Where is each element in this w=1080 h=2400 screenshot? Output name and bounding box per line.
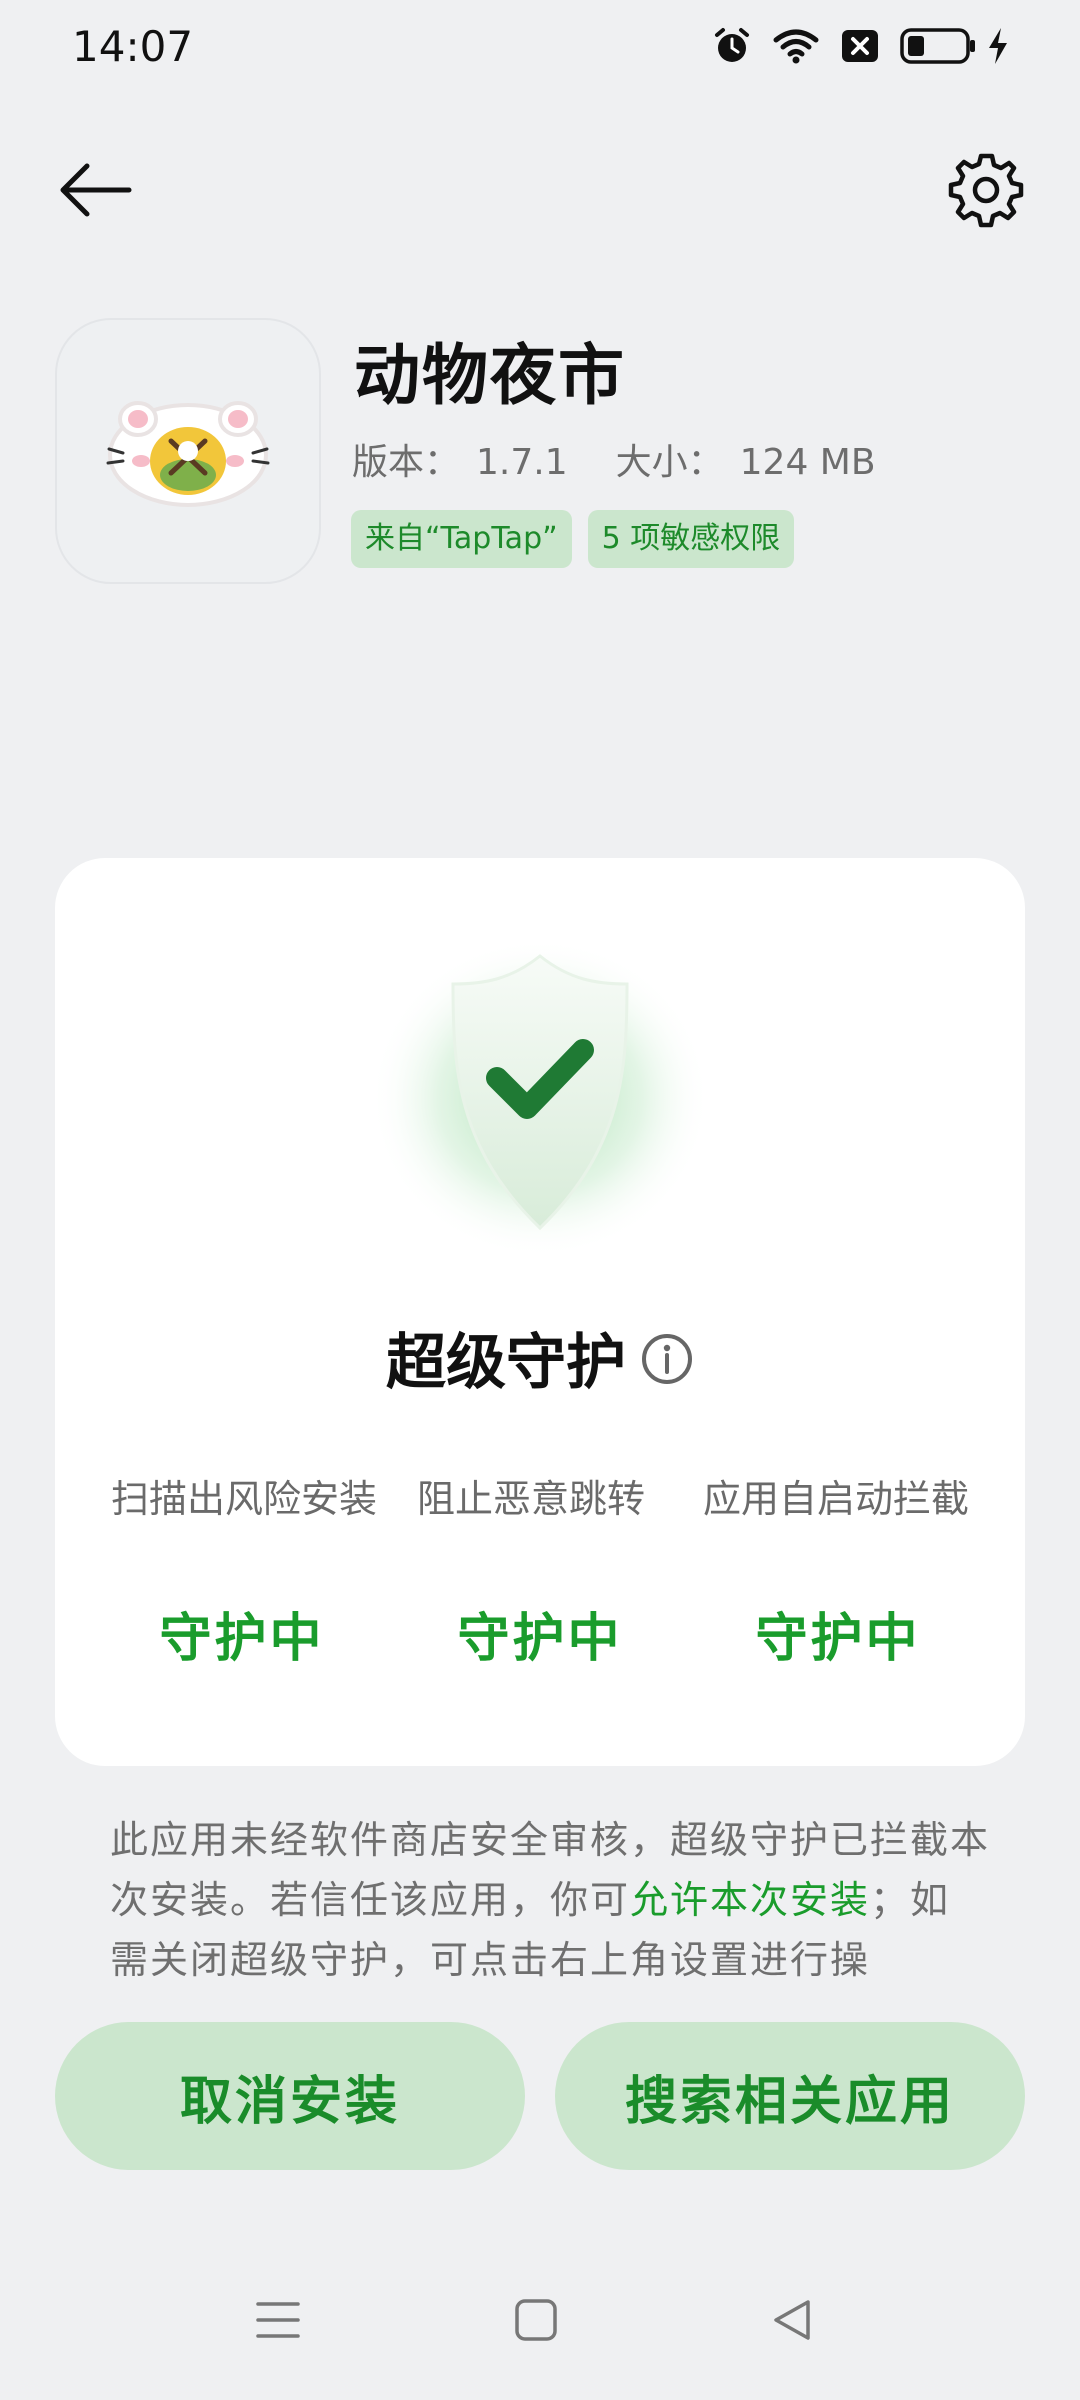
card-title-text: 超级守护 xyxy=(386,1328,626,1398)
status-time: 14:07 xyxy=(72,22,194,71)
security-notice: 此应用未经软件商店安全审核，超级守护已拦截本次安装。若信任该应用，你可允许本次安… xyxy=(110,1810,990,1990)
card-title: 超级守护 xyxy=(55,1314,1025,1401)
version-info: 版本： 1.7.1 xyxy=(352,433,568,485)
size-value: 124 MB xyxy=(739,442,876,483)
nav-home-button[interactable] xyxy=(506,2290,566,2350)
feature-label-autostart: 应用自启动拦截 xyxy=(703,1477,970,1521)
app-name: 动物夜市 xyxy=(354,337,626,414)
feature-label-redirect: 阻止恶意跳转 xyxy=(417,1477,646,1521)
feature-status-scan: 守护中 xyxy=(159,1609,325,1669)
home-square-icon xyxy=(515,2299,557,2341)
size-info: 大小： 124 MB xyxy=(616,433,876,485)
back-button[interactable] xyxy=(50,150,140,230)
nav-menu-button[interactable] xyxy=(248,2290,308,2350)
allow-install-link[interactable]: 允许本次安装 xyxy=(630,1878,870,1922)
back-arrow-icon xyxy=(60,163,132,217)
status-icons xyxy=(712,26,1010,70)
back-triangle-icon xyxy=(774,2300,810,2340)
version-label: 版本： xyxy=(352,442,461,483)
app-chips: 来自“TapTap” 5 项敏感权限 xyxy=(351,510,795,568)
alarm-icon xyxy=(712,26,752,70)
app-icon xyxy=(55,318,321,584)
cancel-install-button[interactable]: 取消安装 xyxy=(55,2022,525,2170)
nav-back-button[interactable] xyxy=(762,2290,822,2350)
wifi-icon xyxy=(772,26,820,70)
battery-icon xyxy=(900,28,976,68)
gear-icon xyxy=(948,153,1024,228)
settings-button[interactable] xyxy=(938,142,1034,238)
charging-icon xyxy=(986,26,1010,70)
feature-status-autostart: 守护中 xyxy=(755,1609,921,1669)
permissions-chip[interactable]: 5 项敏感权限 xyxy=(587,510,795,568)
protection-card: 超级守护 扫描出风险安装 阻止恶意跳转 应用自启动拦截 守护中 守护中 守护中 xyxy=(55,858,1025,1766)
feature-label-scan: 扫描出风险安装 xyxy=(111,1477,378,1521)
menu-icon xyxy=(256,2302,300,2338)
size-label: 大小： xyxy=(615,442,724,483)
sim-off-icon xyxy=(840,28,880,68)
search-related-apps-button[interactable]: 搜索相关应用 xyxy=(555,2022,1025,2170)
shield-check-icon xyxy=(365,928,715,1258)
info-icon[interactable] xyxy=(640,1331,694,1401)
app-meta: 版本： 1.7.1 大小： 124 MB xyxy=(352,433,876,485)
feature-status-redirect: 守护中 xyxy=(457,1609,623,1669)
version-value: 1.7.1 xyxy=(476,442,568,483)
app-logo-image xyxy=(106,401,270,507)
source-chip[interactable]: 来自“TapTap” xyxy=(351,510,572,568)
